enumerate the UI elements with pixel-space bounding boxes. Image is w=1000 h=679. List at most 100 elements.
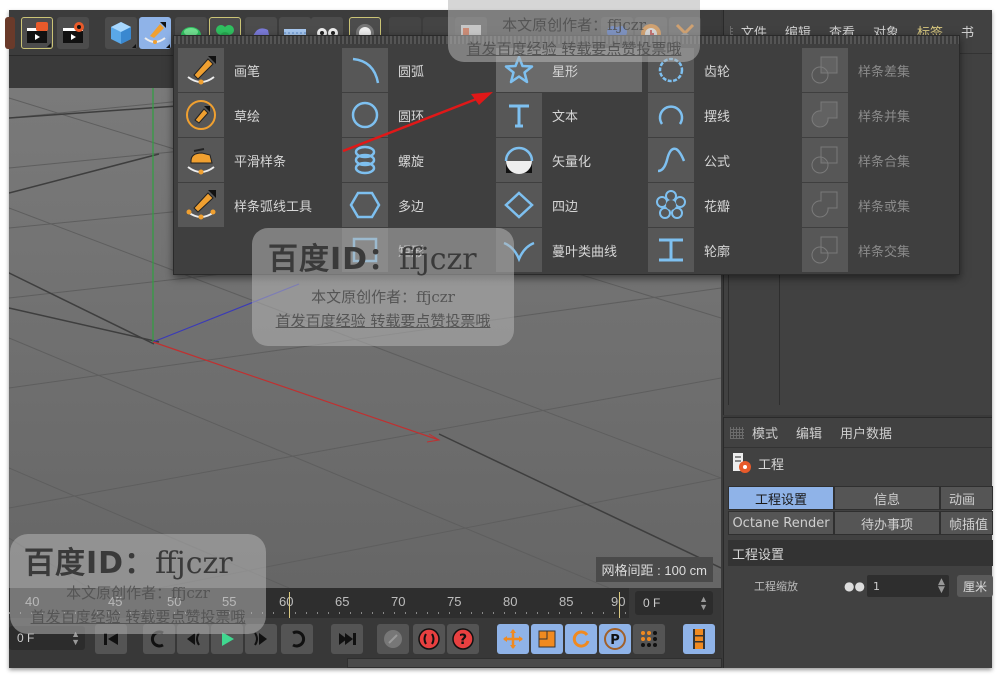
end-marker[interactable] [619, 592, 620, 618]
rotate-key-button[interactable] [565, 624, 597, 654]
spline-and-icon [811, 146, 838, 174]
tab-info[interactable]: 信息 [834, 486, 940, 510]
previous-key-button[interactable] [143, 624, 175, 654]
scale-icon [538, 630, 556, 648]
menu-item-smooth-spline[interactable]: 平滑样条 [178, 138, 286, 182]
menu-item-profile[interactable]: 轮廓 [648, 228, 730, 272]
tab-project-settings[interactable]: 工程设置 [728, 486, 834, 510]
menu-item-polygon[interactable]: 多边 [342, 183, 424, 227]
cube-button[interactable] [105, 17, 137, 49]
previous-frame-button[interactable] [177, 624, 209, 654]
playhead-marker[interactable] [289, 592, 290, 618]
menu-item-formula[interactable]: 公式 [648, 138, 730, 182]
menu-item-vectorizer[interactable]: 矢量化 [496, 138, 591, 182]
skip-start-icon [104, 633, 118, 645]
next-frame-button[interactable] [245, 624, 277, 654]
next-key-button[interactable] [281, 624, 313, 654]
record-disabled-button[interactable] [377, 624, 409, 654]
move-key-button[interactable] [497, 624, 529, 654]
keyframe-help-button[interactable]: ? [447, 624, 479, 654]
play-button[interactable] [211, 624, 243, 654]
menu-edit[interactable]: 编辑 [796, 423, 822, 442]
menu-item-cissoid[interactable]: 蔓叶类曲线 [496, 228, 617, 272]
circle-icon [351, 101, 379, 129]
end-frame-field[interactable]: 0 F ▲ ▼ [635, 591, 713, 615]
vectorizer-icon [504, 146, 534, 174]
pen-spline-icon [144, 22, 166, 44]
tick-label: 85 [559, 594, 574, 609]
menu-item-pen[interactable]: 画笔 [178, 48, 260, 92]
rotate-icon [572, 630, 590, 648]
menu-item-text[interactable]: 文本 [496, 93, 578, 137]
star-icon [504, 55, 534, 84]
popup-grip[interactable] [174, 36, 959, 44]
timeline-ruler[interactable]: 40 45 50 55 60 65 70 75 80 85 90 [9, 588, 629, 618]
step-forward-icon [254, 632, 267, 646]
tab-frame-interpolation[interactable]: 帧插值 [940, 511, 993, 535]
spinner-icon[interactable]: ▲ ▼ [699, 595, 708, 612]
film-strip-icon [693, 629, 705, 649]
menu-user-data[interactable]: 用户数据 [840, 423, 892, 442]
menu-item-spline-and[interactable]: 样条合集 [802, 138, 910, 182]
menu-item-flower[interactable]: 花瓣 [648, 183, 730, 227]
tab-dynamics[interactable]: 动画 [940, 486, 993, 510]
attributes-manager: 模式 编辑 用户数据 工程 工程设置 信息 动画 Octane Render 待… [723, 417, 994, 668]
go-to-end-button[interactable] [331, 624, 363, 654]
tab-todo[interactable]: 待办事项 [834, 511, 940, 535]
menu-item-cycloid[interactable]: 摆线 [648, 93, 730, 137]
pen-spline-button[interactable] [139, 17, 171, 49]
spline-arc-tool-icon [186, 190, 216, 220]
menu-item-spline-intersect[interactable]: 样条交集 [802, 228, 910, 272]
project-scale-label: 工程缩放 [754, 580, 798, 593]
menu-item-sketch[interactable]: 草绘 [178, 93, 260, 137]
project-icon [733, 453, 751, 473]
menu-item-4-side[interactable]: 四边 [496, 183, 578, 227]
column-divider [779, 265, 780, 405]
spinner-icon[interactable]: ▲ ▼ [71, 630, 80, 647]
move-arrows-icon [503, 629, 523, 649]
loop-forward-icon [292, 630, 306, 648]
flower-icon [656, 190, 686, 219]
menu-mode[interactable]: 模式 [752, 423, 778, 442]
menu-item-helix[interactable]: 螺旋 [342, 138, 424, 182]
menu-item-spline-subtract[interactable]: 样条差集 [802, 48, 910, 92]
spline-tools-popup: 画笔 草绘 平滑样条 样条弧线工具 圆弧 圆环 螺旋 多边 矩形 星形 文本 矢… [173, 35, 960, 275]
grip-icon[interactable] [730, 426, 744, 439]
menu-item-spline-arc-tool[interactable]: 样条弧线工具 [178, 183, 312, 227]
timeline-scrollbar[interactable] [347, 658, 722, 668]
param-key-button[interactable]: P [599, 624, 631, 654]
tab-octane-render[interactable]: Octane Render [728, 511, 834, 535]
loop-back-icon [150, 630, 164, 648]
menu-item-spline-or[interactable]: 样条或集 [802, 183, 910, 227]
point-level-button[interactable] [633, 624, 665, 654]
menu-item-arc[interactable]: 圆弧 [342, 48, 424, 92]
polygon-icon [349, 191, 381, 219]
tick-label: 45 [108, 594, 123, 609]
project-scale-row: 工程缩放 ●● 1 ▲ ▼ 厘米 [754, 574, 994, 598]
render-settings-button[interactable] [57, 17, 89, 49]
column-divider [728, 265, 729, 405]
menu-item-star[interactable]: 星形 [496, 48, 642, 92]
tick-label: 60 [279, 594, 294, 609]
spline-intersect-icon [811, 236, 838, 264]
ruler-ticks [9, 612, 629, 614]
go-to-start-button[interactable] [95, 624, 127, 654]
spinner-icon[interactable]: ▲ ▼ [938, 578, 945, 595]
menu-item-circle[interactable]: 圆环 [342, 93, 424, 137]
timeline-window-button[interactable] [683, 624, 715, 654]
parameter-icon: P [604, 628, 626, 650]
menu-item-cogwheel[interactable]: 齿轮 [648, 48, 730, 92]
menu-bookmarks[interactable]: 书 [961, 22, 974, 41]
render-view-button[interactable] [21, 17, 53, 49]
start-frame-field[interactable]: 0 F ▲ ▼ [9, 626, 85, 650]
toolbar-edge-button[interactable] [5, 17, 15, 49]
cinema4d-window: 网格间距 : 100 cm 文件 编辑 查看 对象 标签 书 模式 编辑 用户数… [5, 10, 994, 668]
project-scale-input[interactable]: 1 ▲ ▼ [866, 575, 949, 597]
menu-item-rectangle[interactable]: 矩形 [342, 228, 424, 272]
animation-dots-icon[interactable]: ●● [844, 579, 865, 593]
autokey-button[interactable] [413, 624, 445, 654]
unit-dropdown[interactable]: 厘米 [956, 575, 993, 597]
pen-tool-icon [187, 56, 216, 85]
scale-key-button[interactable] [531, 624, 563, 654]
menu-item-spline-union[interactable]: 样条并集 [802, 93, 910, 137]
